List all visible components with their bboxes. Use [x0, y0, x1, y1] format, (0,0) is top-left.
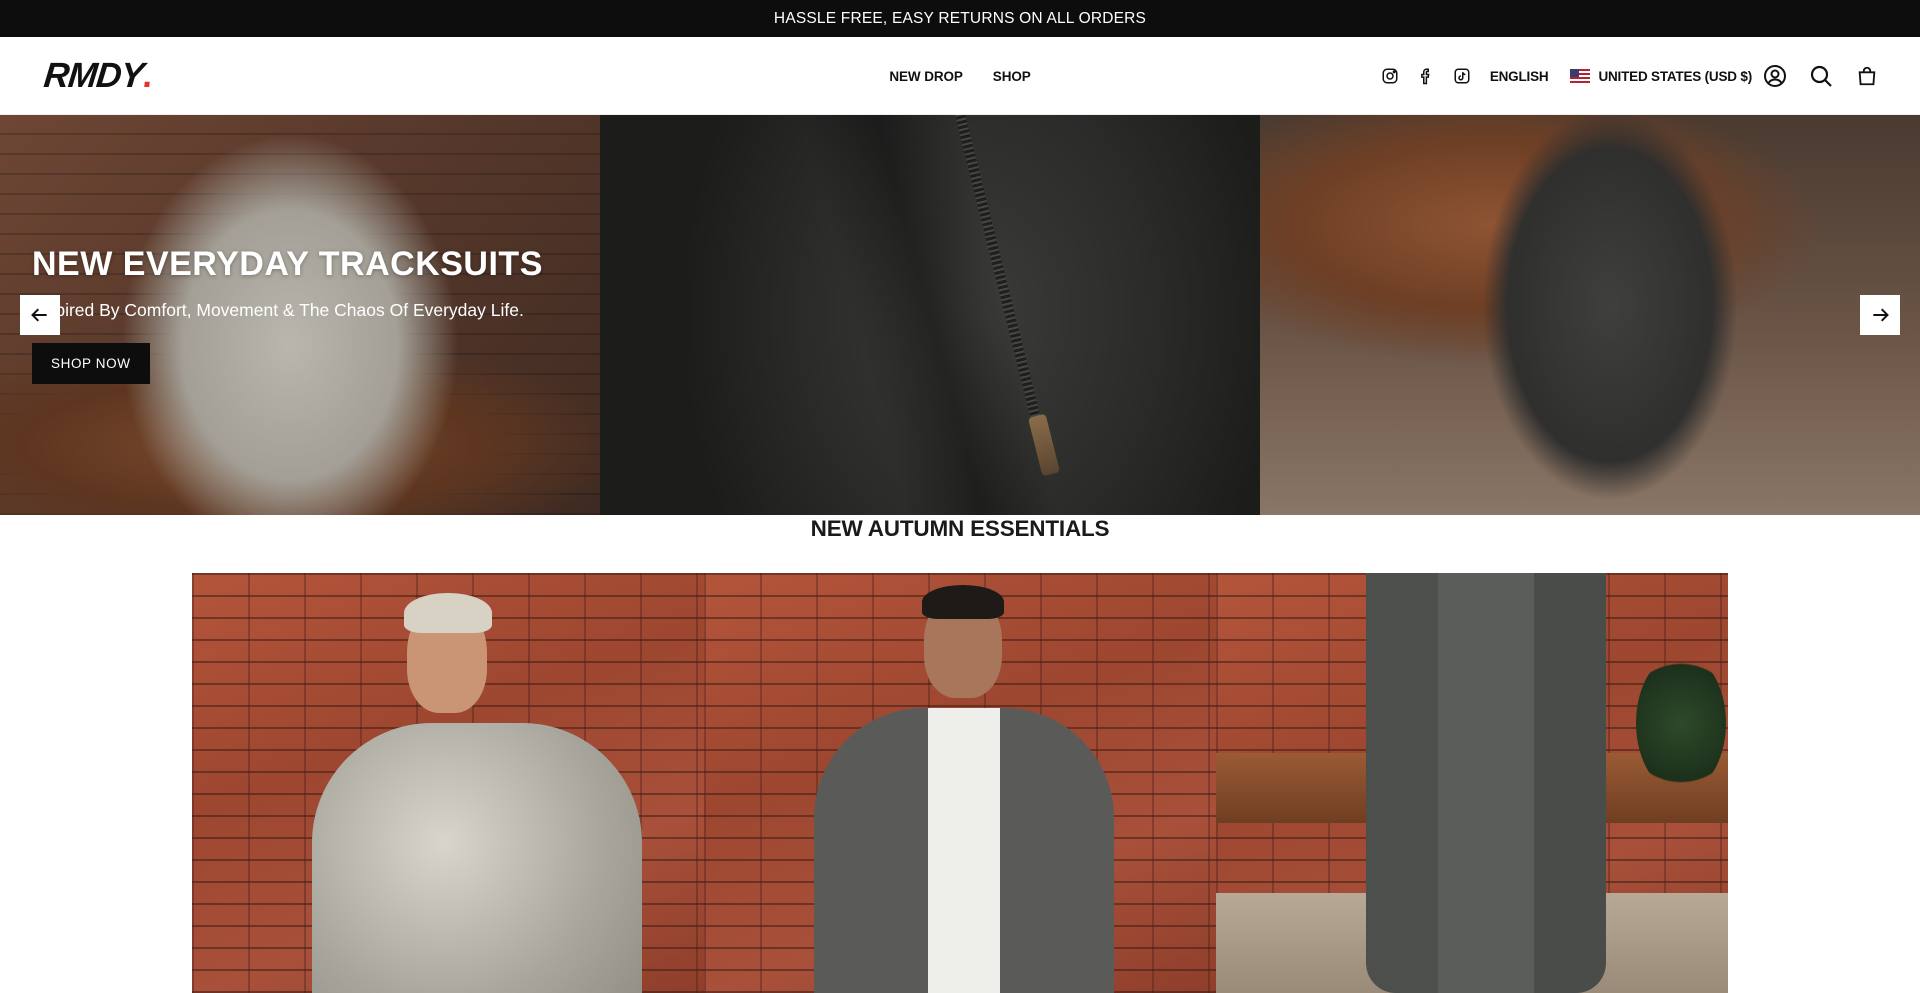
- us-flag-icon: [1570, 69, 1591, 83]
- account-icon[interactable]: [1752, 53, 1798, 99]
- model-hair: [922, 585, 1004, 619]
- hero-subtitle: Inspired By Comfort, Movement & The Chao…: [32, 300, 524, 320]
- nav-item-new-drop[interactable]: NEW DROP: [889, 69, 963, 84]
- collection-tile-zip-hoodie[interactable]: [704, 573, 1216, 993]
- collection-grid: [192, 573, 1728, 993]
- hero-image-zipper-closeup: [600, 115, 1260, 515]
- country-selector[interactable]: UNITED STATES (USD $): [1570, 69, 1752, 84]
- slideshow-next-button[interactable]: [1860, 295, 1900, 335]
- logo[interactable]: RMDY.: [42, 56, 154, 95]
- model-figure: [1366, 573, 1606, 993]
- model-figure: [312, 723, 642, 993]
- arrow-right-icon: [1873, 308, 1889, 322]
- model-figure: [814, 708, 1114, 993]
- shop-now-button[interactable]: SHOP NOW: [32, 343, 150, 384]
- tiktok-icon[interactable]: [1444, 58, 1480, 94]
- nav-item-shop[interactable]: SHOP: [993, 69, 1031, 84]
- cart-icon[interactable]: [1844, 53, 1890, 99]
- hero-image-charcoal-tracksuit: [1260, 115, 1920, 515]
- model-hair: [404, 593, 492, 633]
- collection-tile-sweatpants[interactable]: [1216, 573, 1728, 993]
- facebook-icon[interactable]: [1408, 58, 1444, 94]
- zipper-detail: [955, 115, 1052, 465]
- hero-copy: NEW EVERYDAY TRACKSUITS Inspired By Comf…: [32, 245, 543, 384]
- instagram-icon[interactable]: [1372, 58, 1408, 94]
- search-icon[interactable]: [1798, 53, 1844, 99]
- zipper-pull-detail: [1028, 413, 1060, 477]
- announcement-text: HASSLE FREE, EASY RETURNS ON ALL ORDERS: [773, 9, 1147, 27]
- hero-slideshow: NEW EVERYDAY TRACKSUITS Inspired By Comf…: [0, 115, 1920, 515]
- logo-text: RMDY: [42, 56, 146, 95]
- slideshow-prev-button[interactable]: [20, 295, 60, 335]
- site-header: RMDY. NEW DROP SHOP ENGLISH UNITED STATE…: [0, 37, 1920, 115]
- arrow-left-icon: [31, 308, 47, 322]
- plant: [1636, 653, 1726, 793]
- language-selector[interactable]: ENGLISH: [1490, 69, 1549, 84]
- header-utilities: ENGLISH UNITED STATES (USD $): [1372, 37, 1890, 115]
- country-label: UNITED STATES (USD $): [1598, 68, 1752, 84]
- hero-title: NEW EVERYDAY TRACKSUITS: [32, 245, 543, 283]
- collection-tile-camo-hoodie[interactable]: [192, 573, 704, 993]
- announcement-bar: HASSLE FREE, EASY RETURNS ON ALL ORDERS: [0, 0, 1920, 37]
- collection-title: NEW AUTUMN ESSENTIALS: [810, 516, 1110, 541]
